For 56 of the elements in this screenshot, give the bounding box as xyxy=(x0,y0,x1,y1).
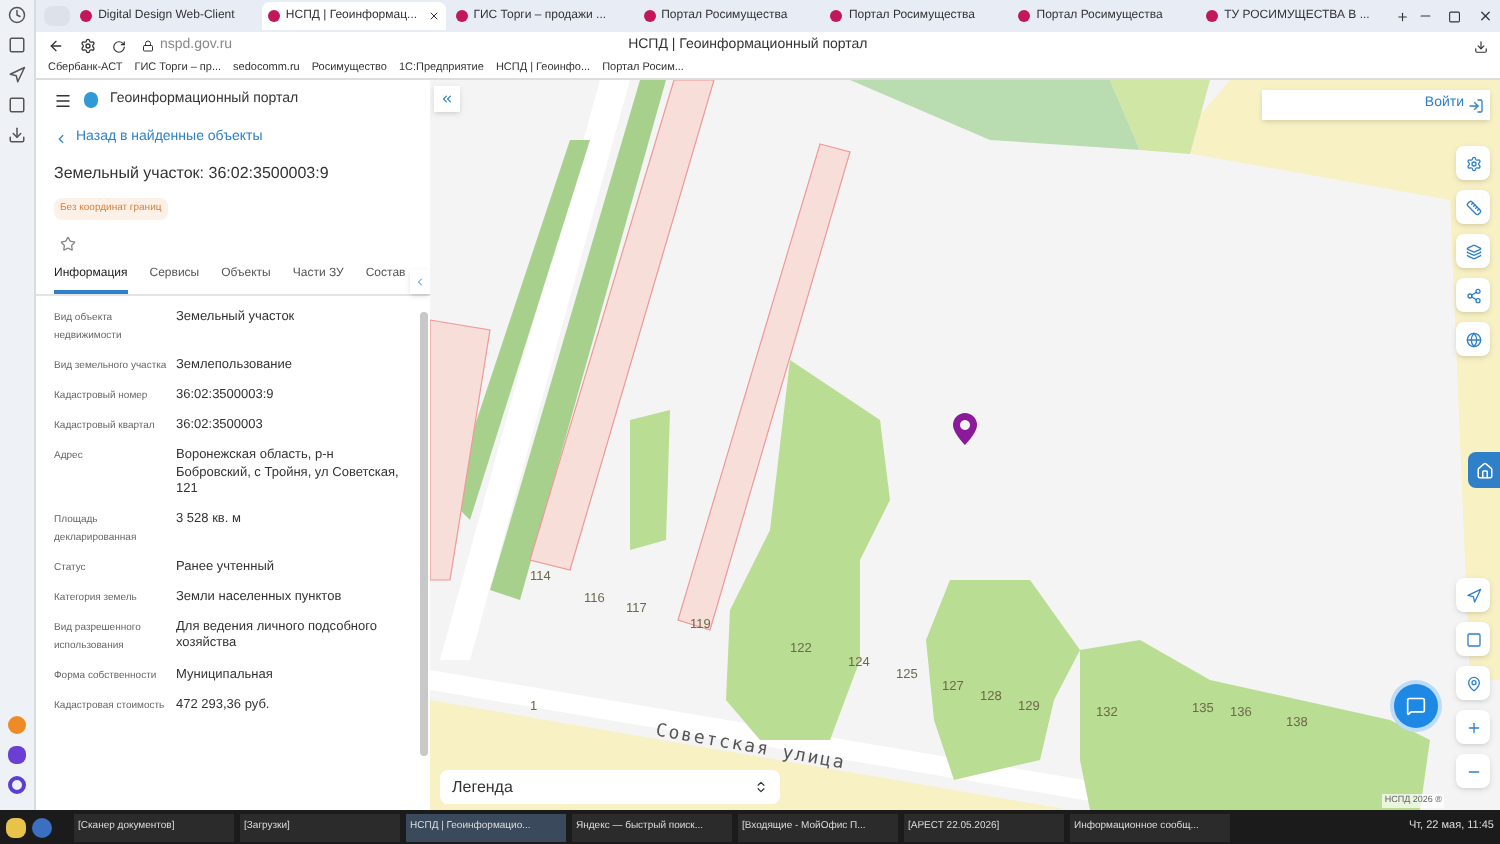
zoom-in-button[interactable] xyxy=(1456,710,1490,744)
menu-icon[interactable] xyxy=(54,91,72,109)
favicon-icon xyxy=(455,10,468,22)
back-chevron-icon xyxy=(54,131,68,146)
ruler-button[interactable] xyxy=(1456,190,1490,224)
square-icon xyxy=(1465,631,1481,647)
favicon-icon xyxy=(1018,10,1031,22)
scrollbar[interactable] xyxy=(420,312,428,756)
location-pin-icon xyxy=(952,412,978,446)
zoom-in-icon xyxy=(1465,719,1481,735)
pin-icon xyxy=(1465,675,1481,691)
favicon-icon xyxy=(643,10,656,22)
login-icon xyxy=(1468,97,1484,113)
collections-icon[interactable] xyxy=(8,36,26,54)
back-icon[interactable] xyxy=(48,38,64,54)
layers-button[interactable] xyxy=(1456,234,1490,268)
lock-icon xyxy=(142,40,154,52)
favicon-icon xyxy=(267,10,280,22)
house-icon xyxy=(1475,461,1493,479)
pin-button[interactable] xyxy=(1456,666,1490,700)
chat-icon xyxy=(1406,696,1426,716)
portal-logo-icon xyxy=(84,92,98,108)
ruler-icon xyxy=(1465,199,1481,215)
object-title: Земельный участок: 36:02:3500003:9 xyxy=(52,161,331,185)
reload-icon[interactable] xyxy=(112,39,126,53)
navigation-button[interactable] xyxy=(1456,578,1490,612)
layers-icon xyxy=(1465,243,1481,259)
chat-button[interactable] xyxy=(1394,684,1438,728)
legend-select[interactable]: Легенда xyxy=(440,770,780,804)
minimap-button[interactable] xyxy=(1456,622,1490,656)
double-chevron-icon xyxy=(440,92,454,106)
star-icon[interactable] xyxy=(60,236,76,252)
favicon-icon xyxy=(1206,10,1219,22)
settings-icon xyxy=(1465,155,1481,171)
settings-button[interactable] xyxy=(1456,146,1490,180)
navigation-arrow-icon xyxy=(1465,587,1481,603)
gear-icon[interactable] xyxy=(80,38,96,54)
share-icon xyxy=(1465,287,1481,303)
maximize-icon[interactable] xyxy=(1447,9,1461,23)
up-down-chevron-icon xyxy=(754,780,768,794)
download-icon[interactable] xyxy=(1474,39,1488,53)
close-icon[interactable] xyxy=(1477,8,1492,24)
collapse-panel-button[interactable] xyxy=(434,86,460,112)
globe-button[interactable] xyxy=(1456,322,1490,356)
start-menu-icon[interactable] xyxy=(6,817,26,837)
new-tab-icon[interactable] xyxy=(1395,9,1409,23)
close-icon[interactable] xyxy=(427,10,440,22)
favicon-icon xyxy=(830,10,843,22)
launcher-icon[interactable] xyxy=(32,817,52,837)
chevron-left-icon xyxy=(414,276,426,288)
favicon-icon xyxy=(80,10,93,22)
download-icon[interactable] xyxy=(8,126,26,144)
globe-icon xyxy=(1465,331,1481,347)
square-icon[interactable] xyxy=(8,96,26,114)
history-icon[interactable] xyxy=(8,6,26,24)
share-button[interactable] xyxy=(1456,278,1490,312)
